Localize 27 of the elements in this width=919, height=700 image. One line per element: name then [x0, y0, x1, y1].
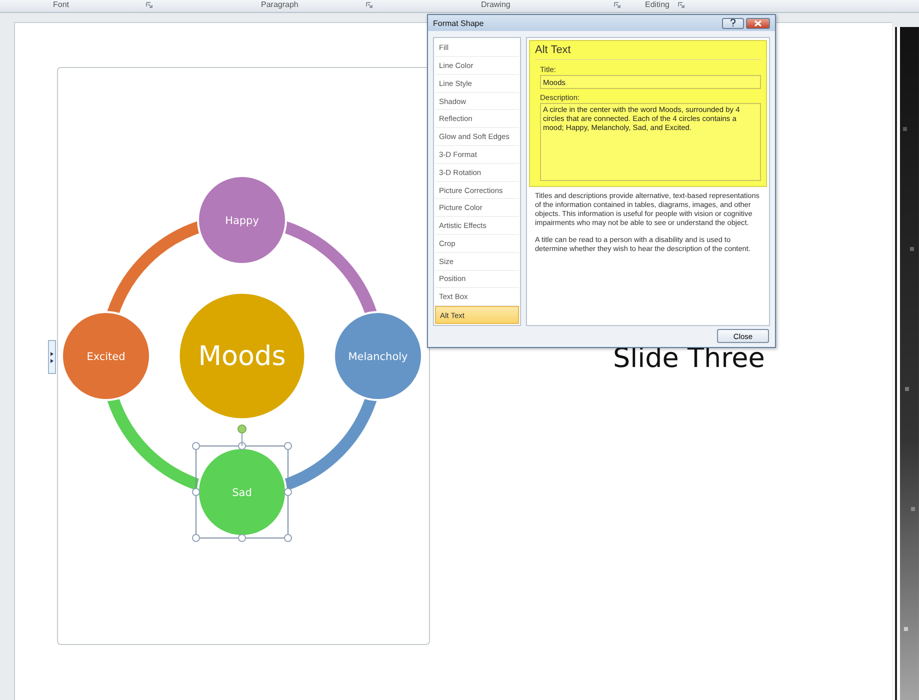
help-button[interactable]: [722, 18, 744, 29]
slide-title: Slide Three: [613, 343, 765, 374]
mood-circle[interactable]: [197, 175, 287, 265]
panel-heading: Alt Text: [535, 44, 761, 60]
selection-handles[interactable]: [192, 424, 292, 542]
center-circle[interactable]: [178, 292, 306, 420]
dialog-launcher-icon[interactable]: [614, 2, 621, 8]
mood-label: Excited: [86, 351, 126, 363]
ribbon-group-label: Editing: [645, 0, 670, 9]
mood-label: Sad: [232, 487, 252, 499]
close-button[interactable]: [746, 18, 770, 29]
window-title: Format Shape: [433, 18, 484, 28]
mood-circle[interactable]: [61, 311, 151, 401]
ribbon-group-label: Paragraph: [261, 0, 298, 9]
dialog-launcher-icon[interactable]: [678, 2, 685, 8]
ribbon-group-label: Font: [53, 0, 70, 9]
center-label: Moods: [198, 341, 286, 372]
close-icon: [754, 20, 762, 27]
ribbon-group-label: Drawing: [481, 0, 510, 9]
text-pane-handle-icon[interactable]: [48, 340, 56, 374]
dialog-launcher-icon[interactable]: [366, 2, 373, 8]
question-mark-icon: [730, 19, 736, 28]
mood-circle[interactable]: [197, 447, 287, 537]
mood-label: Happy: [225, 215, 259, 227]
dialog-launcher-icon[interactable]: [146, 2, 153, 8]
mood-label: Melancholy: [348, 351, 408, 363]
mood-circle[interactable]: [333, 311, 423, 401]
